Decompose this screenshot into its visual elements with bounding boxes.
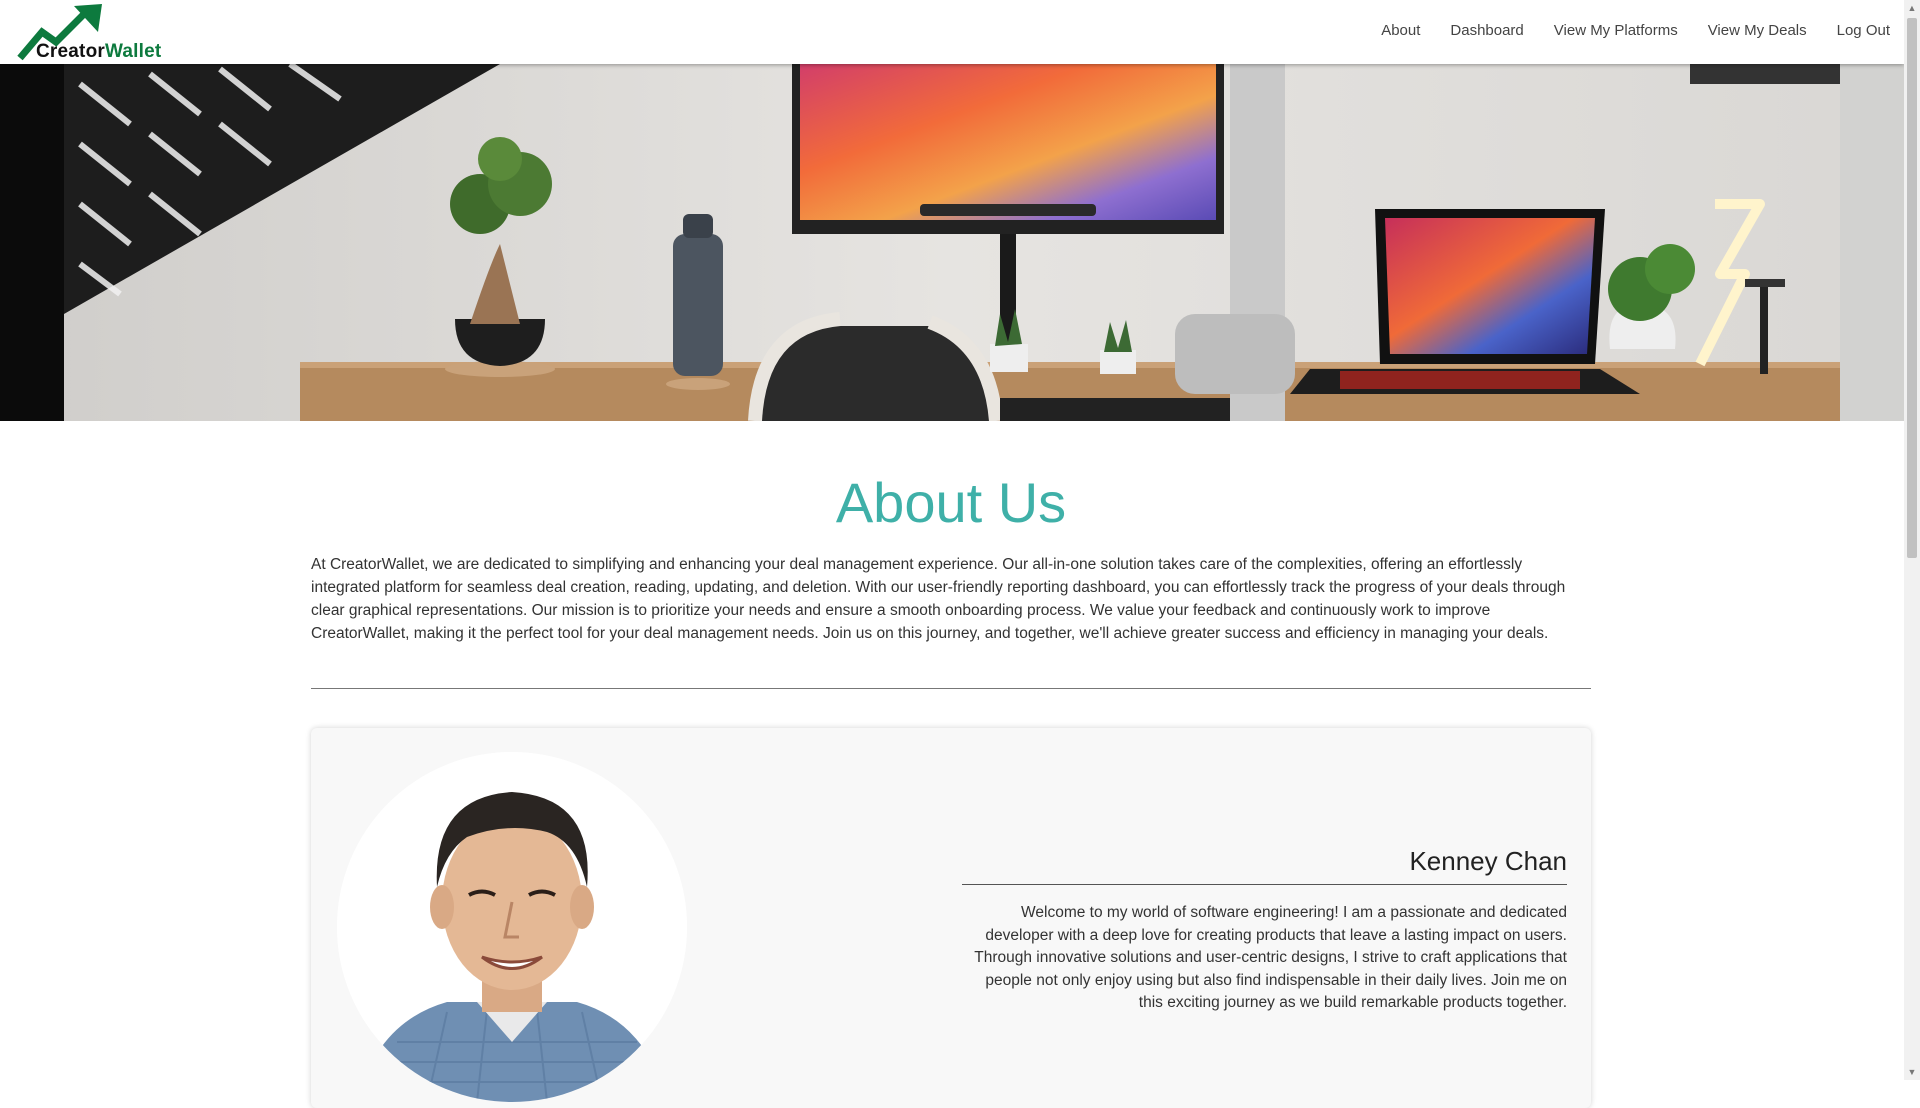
nav-link-dashboard[interactable]: Dashboard bbox=[1450, 22, 1523, 39]
about-title: About Us bbox=[835, 471, 1067, 534]
nav-link-log-out[interactable]: Log Out bbox=[1837, 22, 1890, 39]
triangle-down-icon[interactable]: ▼ bbox=[1904, 1064, 1920, 1080]
member-name-divider bbox=[962, 884, 1567, 885]
scroll-thumb[interactable] bbox=[1907, 18, 1917, 558]
team-member-card: Kenney Chan Welcome to my world of softw… bbox=[311, 728, 1591, 1108]
nav-link-about[interactable]: About bbox=[1381, 22, 1420, 39]
nav-link-view-my-platforms[interactable]: View My Platforms bbox=[1554, 22, 1678, 39]
member-avatar bbox=[337, 752, 687, 1102]
member-name: Kenney Chan bbox=[1409, 846, 1567, 876]
vertical-scrollbar[interactable]: ▲ ▼ bbox=[1904, 0, 1920, 1080]
logo[interactable]: CreatorWallet bbox=[16, 2, 176, 62]
section-divider bbox=[311, 688, 1591, 689]
nav-link-view-my-deals[interactable]: View My Deals bbox=[1708, 22, 1807, 39]
about-description: At CreatorWallet, we are dedicated to si… bbox=[311, 556, 1566, 642]
logo-text: CreatorWallet bbox=[36, 41, 162, 62]
nav-links: About Dashboard View My Platforms View M… bbox=[1351, 22, 1890, 39]
navbar: CreatorWallet About Dashboard View My Pl… bbox=[0, 0, 1904, 64]
hero-image bbox=[0, 64, 1904, 421]
triangle-up-icon[interactable]: ▲ bbox=[1904, 0, 1920, 16]
member-bio: Welcome to my world of software engineer… bbox=[974, 904, 1567, 1011]
